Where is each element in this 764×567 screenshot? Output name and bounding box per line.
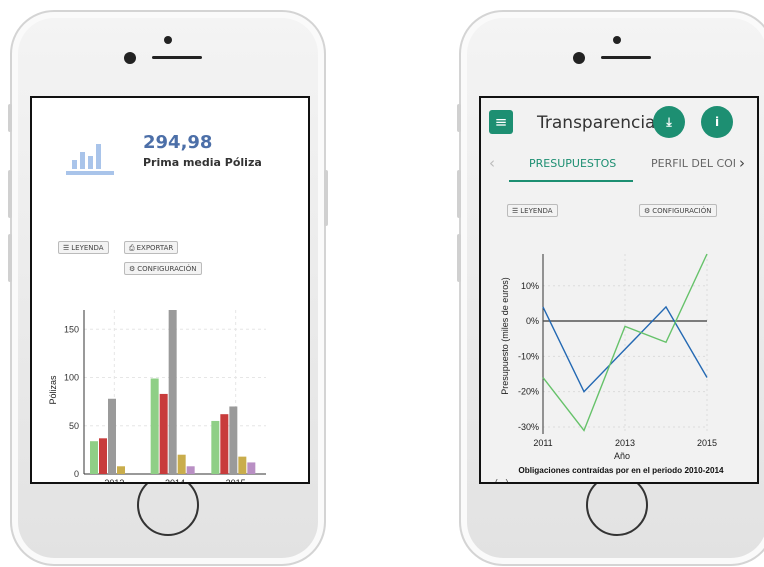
earpiece-speaker [601, 56, 651, 59]
x-tick-label: 2014 [165, 478, 185, 482]
bar-chart: Pólizas 0 50 100 150 2013 2014 2015 [48, 310, 266, 482]
screen-right: ≡ Transparencia ⤓ i ‹ PRESUPUESTOS PERFI… [479, 96, 759, 484]
bar [150, 378, 159, 474]
x-tick-label: 2013 [615, 438, 635, 448]
bar [211, 420, 220, 474]
bar [159, 393, 168, 474]
bar [247, 462, 256, 474]
bar [90, 441, 98, 474]
bar [108, 398, 116, 474]
bar [168, 310, 177, 474]
y-axis-label: Presupuesto (miles de euros) [500, 277, 510, 395]
bar [186, 466, 195, 474]
bar [177, 454, 186, 474]
proximity-sensor [124, 52, 136, 64]
x-tick-label: 2011 [533, 438, 552, 448]
y-tick-label: -10% [518, 351, 539, 361]
bar [220, 414, 229, 474]
proximity-sensor [573, 52, 585, 64]
bar [117, 466, 125, 474]
front-camera [164, 36, 172, 44]
volume-down-button [457, 234, 461, 282]
volume-up-button [457, 170, 461, 218]
y-tick-label: 10% [521, 281, 539, 291]
mute-switch [8, 104, 12, 132]
y-tick-label: 100 [64, 373, 79, 383]
volume-down-button [8, 234, 12, 282]
x-tick-label: 2015 [697, 438, 717, 448]
bar [238, 456, 247, 474]
phone-frame-left: 294,98 Prima media Póliza ☰ LEYENDA ⎙ EXPO… [8, 10, 328, 566]
chart-caption-cut: (…) … [495, 478, 519, 482]
x-axis-label: Año [614, 451, 630, 461]
power-button [324, 170, 328, 226]
screen-left: 294,98 Prima media Póliza ☰ LEYENDA ⎙ EXPO… [30, 96, 310, 484]
y-axis-label: Pólizas [48, 375, 58, 405]
earpiece-speaker [152, 56, 202, 59]
line-chart: Presupuesto (miles de euros) Año Obligac… [495, 253, 724, 482]
y-tick-label: -20% [518, 387, 539, 397]
x-tick-label: 2015 [226, 478, 246, 482]
y-tick-label: -30% [518, 422, 539, 432]
y-tick-label: 50 [69, 421, 79, 431]
y-tick-label: 0 [74, 469, 79, 479]
bar [229, 406, 238, 474]
volume-up-button [8, 170, 12, 218]
mute-switch [457, 104, 461, 132]
front-camera [613, 36, 621, 44]
x-tick-label: 2013 [104, 478, 124, 482]
chart-caption: Obligaciones contraídas por en el period… [518, 466, 724, 475]
phone-frame-right: ≡ Transparencia ⤓ i ‹ PRESUPUESTOS PERFI… [457, 10, 764, 566]
y-tick-label: 150 [64, 324, 79, 334]
y-tick-label: 0% [526, 316, 539, 326]
bar [99, 438, 107, 474]
